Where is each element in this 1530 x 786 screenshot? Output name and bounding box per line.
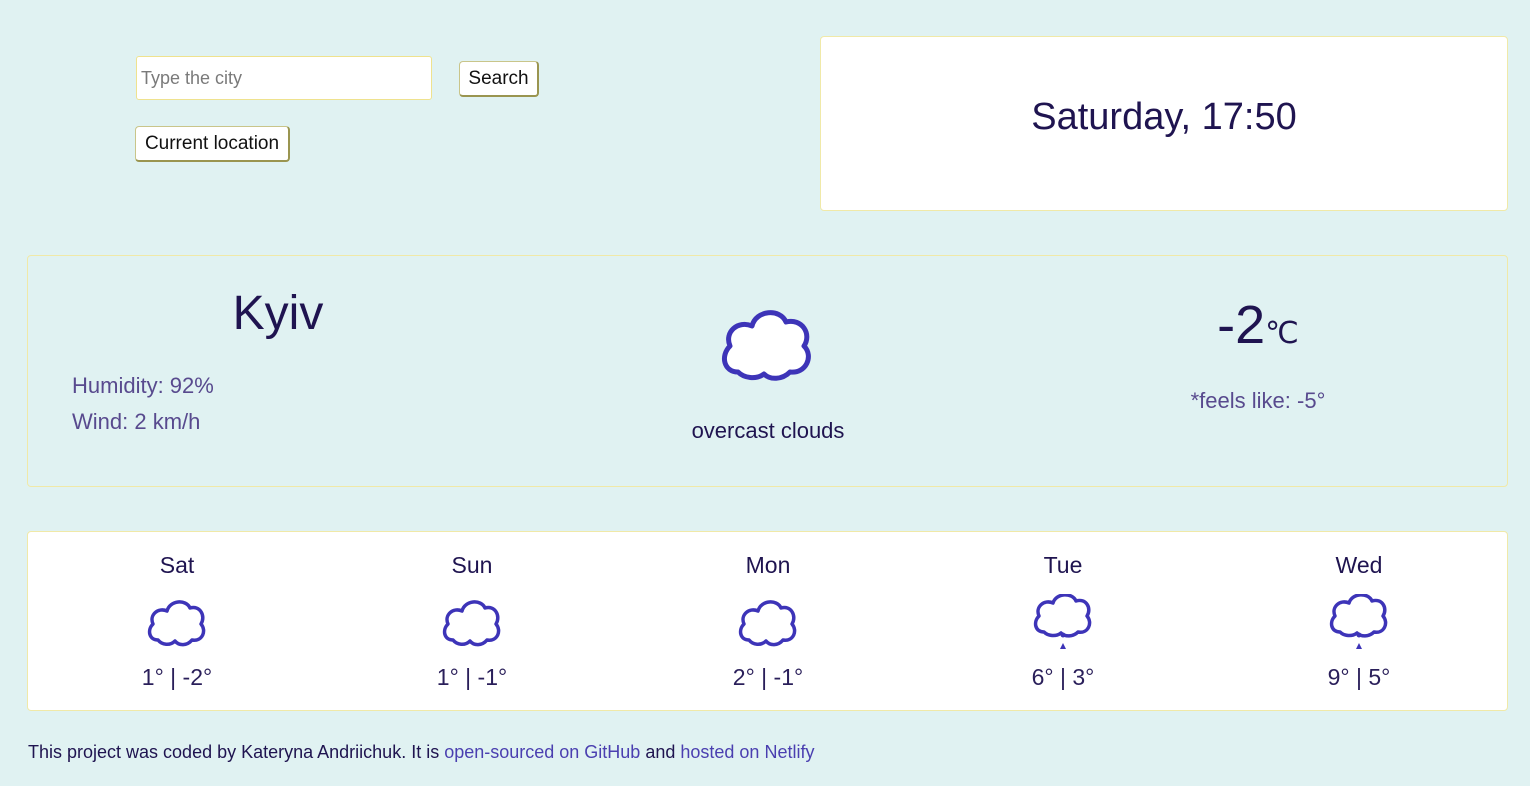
footer-text-middle: and <box>640 742 681 762</box>
weather-description: overcast clouds <box>691 418 845 443</box>
forecast-temps: 9° | 5° <box>1327 664 1391 690</box>
wind-text: Wind: 2 km/h <box>72 409 201 434</box>
forecast-temps: 6° | 3° <box>1031 664 1095 690</box>
forecast-day-name: Sat <box>159 552 195 578</box>
rain-cloud-icon <box>1033 594 1092 649</box>
feels-like-text: *feels like: -5° <box>1190 388 1326 413</box>
cloud-icon <box>147 600 206 647</box>
forecast-temps: 2° | -1° <box>732 664 804 690</box>
cloud-icon <box>721 310 811 381</box>
forecast-temps: 1° | -1° <box>436 664 508 690</box>
forecast-day: Sun 1° | -1° <box>372 532 572 710</box>
forecast-day: Wed 9° | 5° <box>1259 532 1459 710</box>
current-location-button[interactable]: Current location <box>135 126 290 162</box>
temperature-display: -2℃ <box>1028 294 1488 356</box>
github-link[interactable]: open-sourced on GitHub <box>444 742 640 762</box>
forecast-panel: Sat 1° | -2° Sun 1° | -1° Mon 2° | -1° T… <box>27 531 1508 711</box>
datetime-text: Saturday, 17:50 <box>1031 96 1297 138</box>
city-name: Kyiv <box>232 287 324 340</box>
temperature-value: -2 <box>1217 295 1266 355</box>
humidity-text: Humidity: 92% <box>72 373 214 398</box>
current-weather-panel: Kyiv Humidity: 92% Wind: 2 km/h overcast… <box>27 255 1508 487</box>
cloud-icon <box>738 600 797 647</box>
footer-text: This project was coded by Kateryna Andri… <box>28 742 445 762</box>
city-search-input[interactable] <box>136 56 432 100</box>
datetime-panel: Saturday, 17:50 <box>820 36 1508 211</box>
search-button[interactable]: Search <box>459 61 539 97</box>
rain-cloud-icon <box>1329 594 1388 649</box>
netlify-link[interactable]: hosted on Netlify <box>680 742 814 762</box>
footer: This project was coded by Kateryna Andri… <box>28 742 814 763</box>
forecast-day: Tue 6° | 3° <box>963 532 1163 710</box>
forecast-day-name: Mon <box>745 552 791 578</box>
forecast-day: Mon 2° | -1° <box>668 532 868 710</box>
cloud-icon <box>442 600 501 647</box>
forecast-temps: 1° | -2° <box>141 664 213 690</box>
forecast-day-name: Tue <box>1043 552 1083 578</box>
forecast-day-name: Sun <box>451 552 493 578</box>
forecast-day: Sat 1° | -2° <box>77 532 277 710</box>
forecast-day-name: Wed <box>1335 552 1383 578</box>
celsius-unit[interactable]: ℃ <box>1265 317 1299 350</box>
